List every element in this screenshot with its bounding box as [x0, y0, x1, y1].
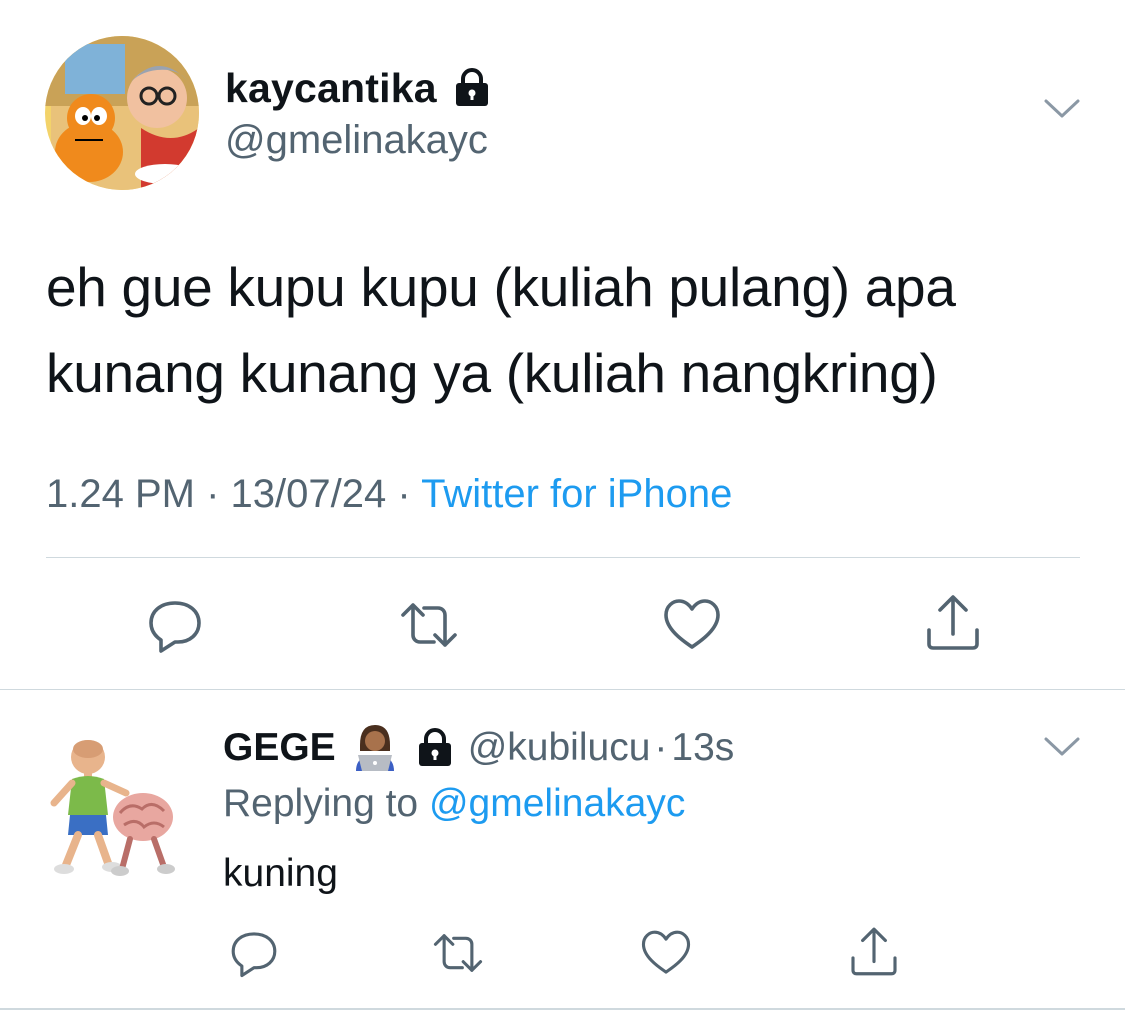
chevron-down-icon[interactable]: [1043, 734, 1081, 760]
replying-to-handle-link[interactable]: @gmelinakayc: [429, 782, 685, 825]
reply-button[interactable]: [226, 925, 282, 981]
share-icon: [851, 927, 897, 976]
retweet-icon: [401, 603, 457, 647]
reply-tweet-header: GEGE @kubilucu · 13s: [223, 722, 734, 774]
divider: [46, 557, 1080, 558]
main-tweet-display-name[interactable]: kaycantika: [225, 65, 437, 112]
meta-separator: ·: [397, 472, 411, 516]
main-tweet-metadata: 1.24 PM · 13/07/24 · Twitter for iPhone: [46, 472, 732, 517]
main-tweet-handle[interactable]: @gmelinakayc: [225, 118, 488, 163]
reply-tweet-avatar[interactable]: [48, 735, 178, 885]
like-button[interactable]: [660, 593, 724, 657]
like-icon: [641, 930, 691, 974]
main-tweet-text-line-2: kunang kunang ya (kuliah nangkring): [46, 342, 938, 404]
reply-icon: [149, 601, 201, 653]
reply-tweet-display-name[interactable]: GEGE: [223, 726, 336, 770]
retweet-icon: [433, 934, 483, 972]
like-icon: [664, 599, 720, 649]
retweet-button[interactable]: [397, 593, 461, 657]
share-icon: [927, 595, 979, 650]
replying-to-line: Replying to @gmelinakayc: [223, 782, 685, 826]
share-button[interactable]: [921, 590, 985, 654]
chevron-down-icon[interactable]: [1043, 96, 1081, 122]
share-button[interactable]: [846, 922, 902, 980]
meta-separator: ·: [206, 472, 220, 516]
technologist-emoji-icon: [350, 721, 400, 776]
tweet-source-link[interactable]: Twitter for iPhone: [421, 472, 732, 516]
reply-button[interactable]: [143, 593, 207, 657]
tweet-time[interactable]: 1.24 PM: [46, 472, 195, 516]
main-tweet-avatar[interactable]: [45, 36, 199, 190]
like-button[interactable]: [638, 925, 694, 981]
main-tweet-name-row: kaycantika: [225, 62, 491, 114]
replying-to-prefix: Replying to: [223, 782, 419, 825]
reply-tweet-time[interactable]: 13s: [671, 726, 734, 770]
lock-icon: [416, 728, 454, 768]
tweet-date[interactable]: 13/07/24: [231, 472, 387, 516]
lock-icon: [453, 68, 491, 108]
reply-tweet-handle[interactable]: @kubilucu: [468, 726, 651, 770]
retweet-button[interactable]: [430, 925, 486, 981]
reply-icon: [231, 932, 277, 978]
main-tweet-text-line-1: eh gue kupu kupu (kuliah pulang) apa: [46, 256, 956, 318]
reply-tweet-text: kuning: [223, 852, 338, 895]
main-tweet-text: eh gue kupu kupu (kuliah pulang) apa kun…: [46, 244, 1086, 416]
meta-separator: ·: [654, 726, 668, 769]
divider: [0, 689, 1125, 690]
